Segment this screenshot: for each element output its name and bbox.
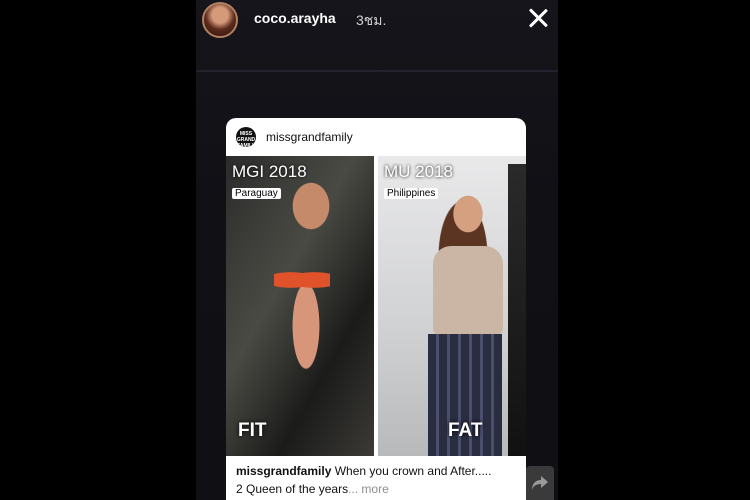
right-photo: MU 2018 Philippines FAT: [378, 156, 526, 456]
story-time: 3ชม.: [356, 12, 387, 28]
caption-line2: 2 Queen of the years: [236, 482, 349, 496]
left-photo-title: MGI 2018: [232, 162, 307, 181]
blouse-shape: [433, 246, 503, 336]
post-account-name[interactable]: missgrandfamily: [266, 130, 353, 144]
account-logo[interactable]: MISS GRAND FAMILY: [236, 127, 256, 147]
avatar[interactable]: [202, 2, 238, 38]
right-photo-title: MU 2018: [384, 162, 453, 181]
story-progress-bar: [196, 70, 558, 72]
left-photo-country: Paraguay: [232, 188, 281, 199]
close-icon[interactable]: [524, 4, 552, 32]
left-photo: MGI 2018 Paraguay FIT: [226, 156, 374, 456]
caption-account[interactable]: missgrandfamily: [236, 464, 331, 478]
story-viewer: coco.arayha 3ชม. MISS GRAND FAMILY missg…: [196, 0, 558, 500]
left-photo-tag: FIT: [238, 420, 267, 441]
share-arrow-glyph: [532, 476, 548, 490]
story-username[interactable]: coco.arayha: [254, 10, 336, 26]
post-header: MISS GRAND FAMILY missgrandfamily: [226, 118, 526, 156]
share-arrow-icon[interactable]: [526, 466, 554, 500]
story-header: coco.arayha 3ชม.: [196, 0, 558, 44]
swimsuit-shape: [274, 268, 330, 292]
post-image[interactable]: MGI 2018 Paraguay FIT MU 2018 Philippine…: [226, 156, 526, 456]
caption-line1: When you crown and After.....: [334, 464, 492, 478]
right-photo-country: Philippines: [384, 188, 439, 199]
shared-post-card[interactable]: MISS GRAND FAMILY missgrandfamily MGI 20…: [226, 118, 526, 500]
caption-more-link[interactable]: ... more: [348, 482, 389, 496]
post-caption: missgrandfamily When you crown and After…: [236, 462, 506, 498]
background-person-shape: [508, 164, 526, 456]
right-photo-tag: FAT: [448, 420, 483, 441]
